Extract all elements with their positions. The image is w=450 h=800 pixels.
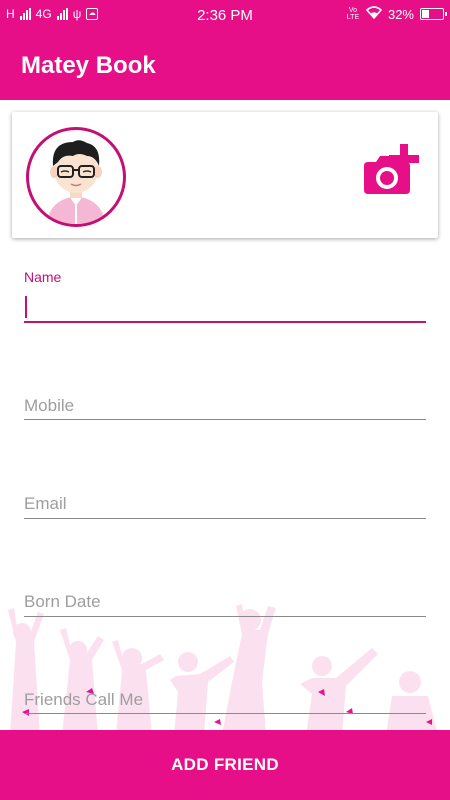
add-photo-button[interactable] — [362, 140, 426, 198]
name-input[interactable] — [24, 292, 426, 320]
name-field-label: Name — [24, 269, 62, 285]
mobile-field-underline — [24, 419, 426, 420]
friends-call-me-field[interactable]: Friends Call Me — [24, 684, 426, 718]
mobile-field-label: Mobile — [24, 396, 75, 415]
friends-call-me-field-label: Friends Call Me — [24, 690, 144, 709]
profile-card — [12, 112, 438, 238]
add-friend-button[interactable]: ADD FRIEND — [0, 730, 450, 800]
mobile-field[interactable]: Mobile — [24, 390, 426, 424]
status-bar: H 4G ψ ☁ 2:36 PM Vo LTE 32% — [0, 0, 450, 30]
cartoon-boy-avatar-icon — [47, 140, 105, 224]
volte-icon: Vo LTE — [346, 7, 360, 21]
email-field-label: Email — [24, 494, 67, 513]
name-field-underline — [24, 321, 426, 323]
wifi-icon — [365, 6, 383, 22]
born-date-field-underline — [24, 616, 426, 617]
add-a-photo-icon — [364, 144, 419, 194]
battery-icon — [420, 8, 447, 20]
text-cursor — [25, 296, 27, 318]
battery-percent: 32% — [387, 6, 414, 22]
email-field-underline — [24, 518, 426, 519]
born-date-field-label: Born Date — [24, 592, 101, 611]
status-right-icons: Vo LTE 32% — [346, 6, 447, 22]
born-date-field[interactable]: Born Date — [24, 586, 426, 620]
name-field[interactable]: Name — [24, 268, 426, 328]
friends-call-me-field-underline — [24, 713, 426, 714]
avatar[interactable] — [26, 127, 126, 227]
email-field[interactable]: Email — [24, 488, 426, 522]
app-bar: Matey Book — [0, 30, 450, 100]
app-title: Matey Book — [21, 52, 156, 79]
battery-fill — [422, 10, 430, 18]
